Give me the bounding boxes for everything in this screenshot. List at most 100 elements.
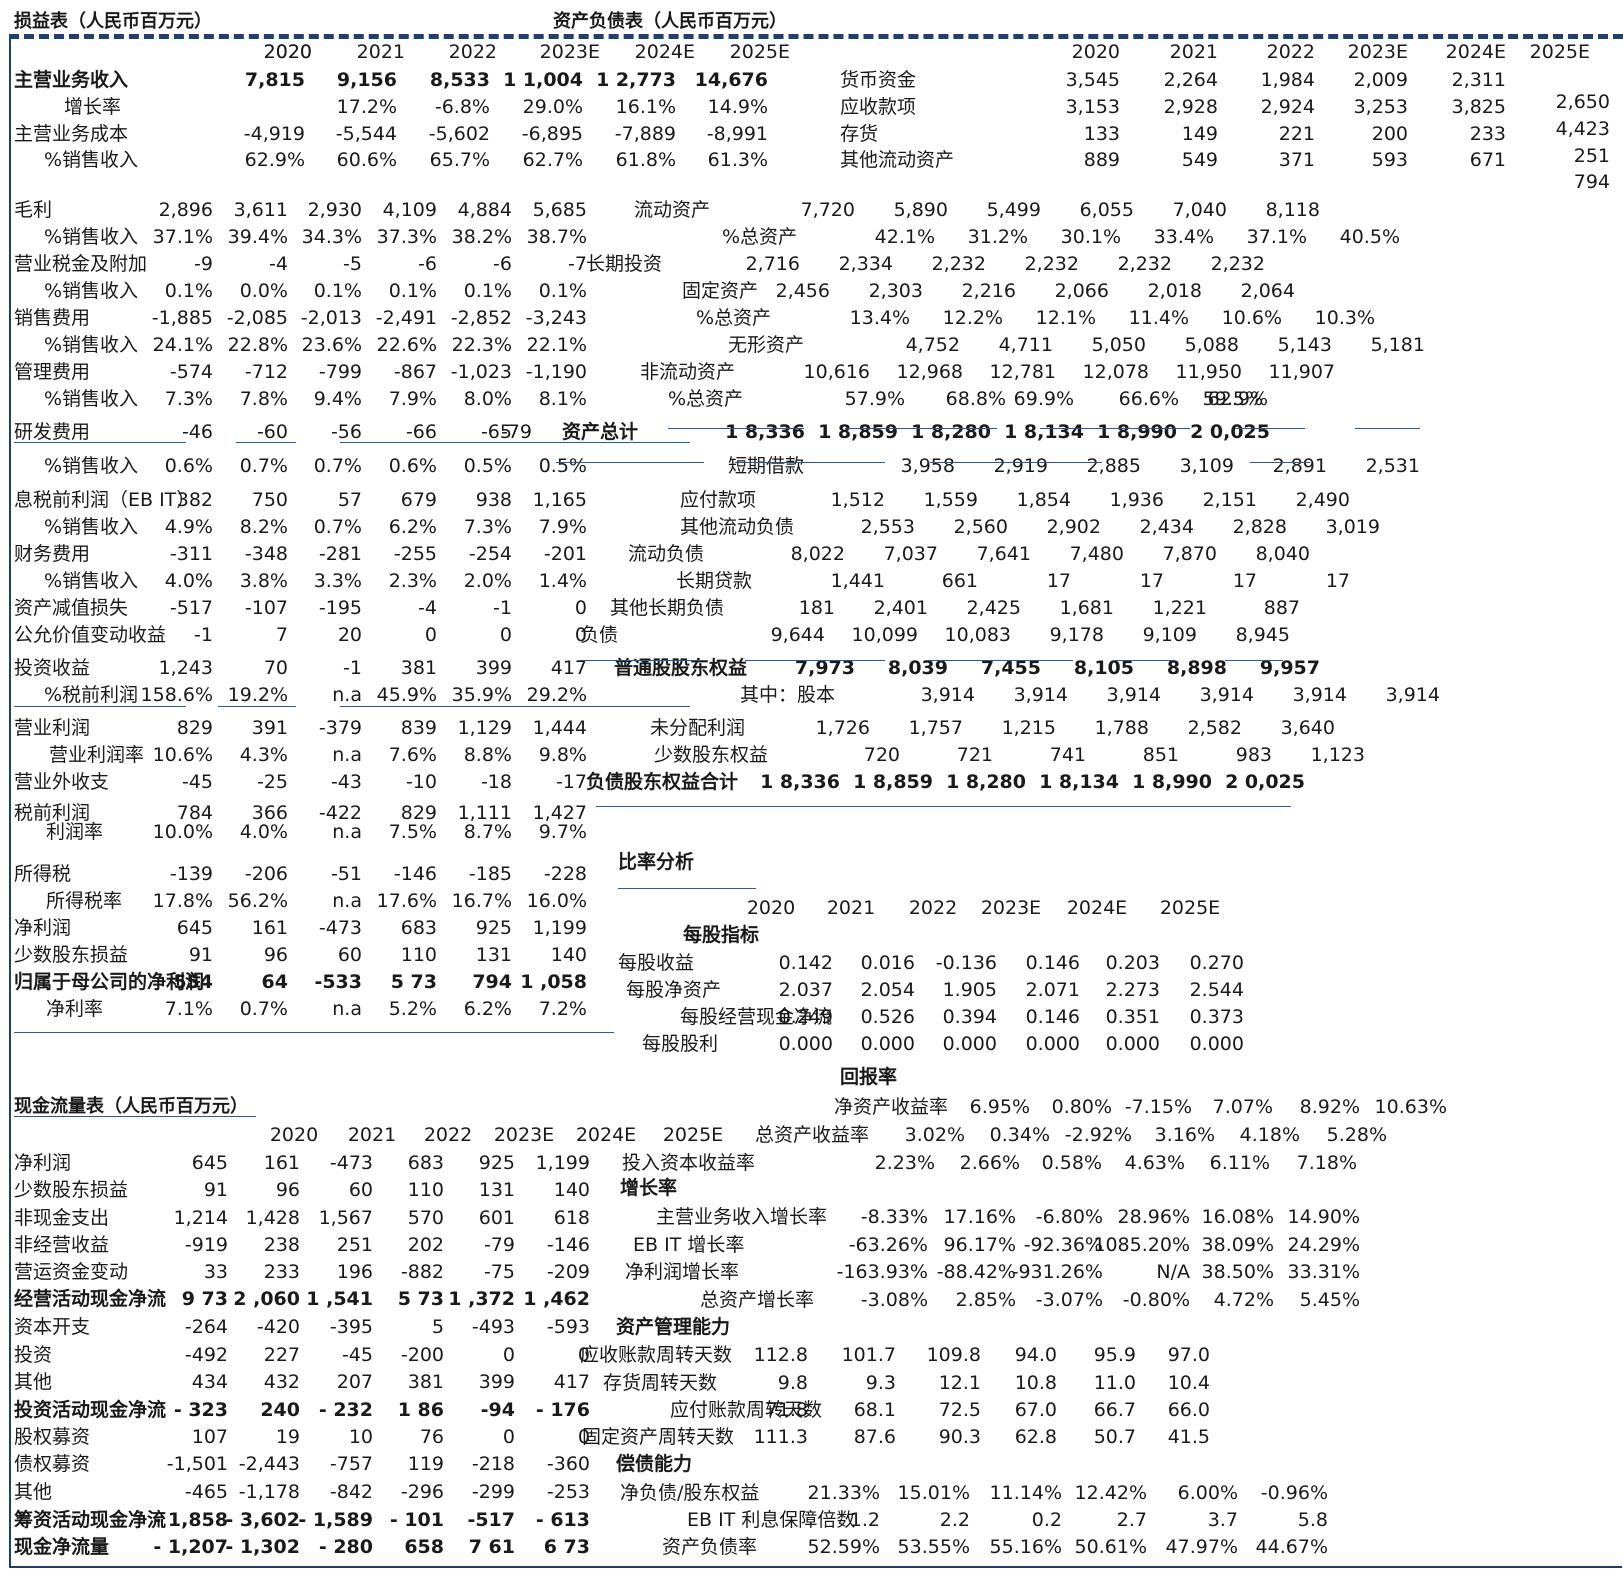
is-row-label: %税前利润 <box>44 684 139 706</box>
is-row-value: 24.1% <box>152 334 213 356</box>
cf-row-value: 240 <box>260 1399 300 1421</box>
cf-row-value: -593 <box>546 1316 590 1338</box>
is-row-value: 64 <box>261 971 288 993</box>
ratio-row-value: 2.273 <box>1105 979 1160 1001</box>
bs-row-value: 3,914 <box>920 684 975 706</box>
bs-row-label: 无形资产 <box>728 334 805 356</box>
ratio-row-value: 0.203 <box>1105 952 1160 974</box>
cf-row-value: 227 <box>263 1344 300 1366</box>
is-row-value: 938 <box>475 489 512 511</box>
ratio-row-value: 55.16% <box>989 1536 1062 1558</box>
bs-row-value: 2,264 <box>1163 69 1218 91</box>
is-row-value: 0 <box>499 624 512 646</box>
bs-row-value: 17 <box>1325 570 1350 592</box>
cf-row-value: -209 <box>546 1261 590 1283</box>
is-row-value: -4 <box>418 597 437 619</box>
is-row-value: -255 <box>393 543 437 565</box>
bs-row-label: 负债 <box>580 624 619 646</box>
bs-row-value: 1,215 <box>1001 717 1056 739</box>
cf-row-value: 1,567 <box>318 1207 373 1229</box>
is-row-value: 110 <box>400 944 437 966</box>
is-row-value: 4,884 <box>457 199 512 221</box>
cf-row-value: -299 <box>471 1481 515 1503</box>
balance-sheet-title: 资产负债表（人民币百万元） <box>553 11 787 32</box>
is-row-value: -79 <box>500 421 532 443</box>
ratio-row-label: 资产负债率 <box>662 1536 758 1558</box>
bs-row-value: 721 <box>956 744 993 766</box>
is-row-value: -45 <box>181 771 213 793</box>
cf-row-value: -473 <box>329 1152 373 1174</box>
is-underline <box>340 706 690 707</box>
cf-row-value: -757 <box>329 1453 373 1475</box>
cf-row-value: 9 73 <box>181 1288 228 1310</box>
ratio-row-value: 10.8 <box>1014 1372 1057 1394</box>
bs-row-value: 3,253 <box>1353 96 1408 118</box>
ratio-row-label: 固定资产周转天数 <box>582 1426 735 1448</box>
is-row-value: 4.0% <box>164 570 213 592</box>
is-row-value: 1,129 <box>457 717 512 739</box>
is-row-value: n.a <box>332 684 362 706</box>
is-row-value: -6.8% <box>434 96 490 118</box>
bs-row-value: 2,924 <box>1260 96 1315 118</box>
ratio-row-value: 62.8 <box>1014 1426 1057 1448</box>
ratio-row-value: 0.373 <box>1189 1006 1244 1028</box>
bs-row-value: 3,825 <box>1451 96 1506 118</box>
ratio-row-value: -7.15% <box>1124 1096 1192 1118</box>
ratio-row-value: 16.08% <box>1201 1206 1274 1228</box>
bs-row-value: 889 <box>1083 149 1120 171</box>
ratio-row-label: EB IT 利息保障倍数 <box>687 1509 856 1531</box>
bs-underline <box>1355 428 1420 429</box>
is-row-value: 0.5% <box>463 455 512 477</box>
bs-row-value: 593 <box>1371 149 1408 171</box>
bs-row-label: 其中：股本 <box>740 684 836 706</box>
bs-row-value: 851 <box>1142 744 1179 766</box>
bs-row-value: 10,099 <box>851 624 918 646</box>
bs-row-value: 3,914 <box>1292 684 1347 706</box>
cf-row-value: -1,501 <box>166 1453 228 1475</box>
cf-row-value: 91 <box>203 1179 228 1201</box>
is-row-value: 2,896 <box>158 199 213 221</box>
is-row-value: 0.1% <box>388 280 437 302</box>
bs-row-value: 5,181 <box>1370 334 1425 356</box>
is-row-value: 20 <box>337 624 362 646</box>
is-row-value: 829 <box>176 717 213 739</box>
bs-row-value: 1,441 <box>830 570 885 592</box>
bs-row-value: 5,890 <box>893 199 948 221</box>
is-row-value: -574 <box>169 361 213 383</box>
is-row-label: 资产减值损失 <box>14 597 129 619</box>
cf-row-value: 1 ,372 <box>448 1288 515 1310</box>
bs-row-value: 3,914 <box>1013 684 1068 706</box>
ratio-row-value: -163.93% <box>836 1261 928 1283</box>
income-statement-title: 损益表（人民币百万元） <box>14 11 212 32</box>
ratio-row-value: 6.00% <box>1177 1482 1238 1504</box>
is-row-value: 925 <box>475 917 512 939</box>
ratio-row-value: 12.42% <box>1074 1482 1147 1504</box>
is-row-value: 7,815 <box>244 69 305 91</box>
ratio-row-label: 应收账款周转天数 <box>580 1344 733 1366</box>
is-row-label: 主营业务成本 <box>14 123 129 145</box>
bs-row-value: 2,560 <box>953 516 1008 538</box>
cf-row-value: -420 <box>256 1316 300 1338</box>
ratio-row-label: 主营业务收入增长率 <box>656 1206 828 1228</box>
cf-row-value: 1 ,541 <box>306 1288 373 1310</box>
bs-row-value: 3,545 <box>1065 69 1120 91</box>
is-row-value: 0.6% <box>388 455 437 477</box>
ratio-row-value: 8.92% <box>1299 1096 1360 1118</box>
ratio-row-value: 21.33% <box>807 1482 880 1504</box>
cf-row-value: 140 <box>553 1179 590 1201</box>
is-row-value: 70 <box>263 657 288 679</box>
is-row-value: -6 <box>418 253 437 275</box>
is-row-value: 391 <box>251 717 288 739</box>
is-row-value: 0.7% <box>239 455 288 477</box>
ratio-row-value: 5.45% <box>1299 1289 1360 1311</box>
cf-row-label: 营运资金变动 <box>14 1261 129 1283</box>
is-row-value: 10.0% <box>152 821 213 843</box>
is-row-value: -60 <box>256 421 288 443</box>
bs-row-label: 其他流动资产 <box>840 149 955 171</box>
cf-row-value: 5 73 <box>397 1288 444 1310</box>
cf-row-value: 5 <box>431 1316 444 1338</box>
is-row-value: 6.2% <box>463 998 512 1020</box>
bs-row-value: 2,456 <box>775 280 830 302</box>
is-row-value: 1,444 <box>532 717 587 739</box>
ratio-row-value: 94.0 <box>1014 1344 1057 1366</box>
